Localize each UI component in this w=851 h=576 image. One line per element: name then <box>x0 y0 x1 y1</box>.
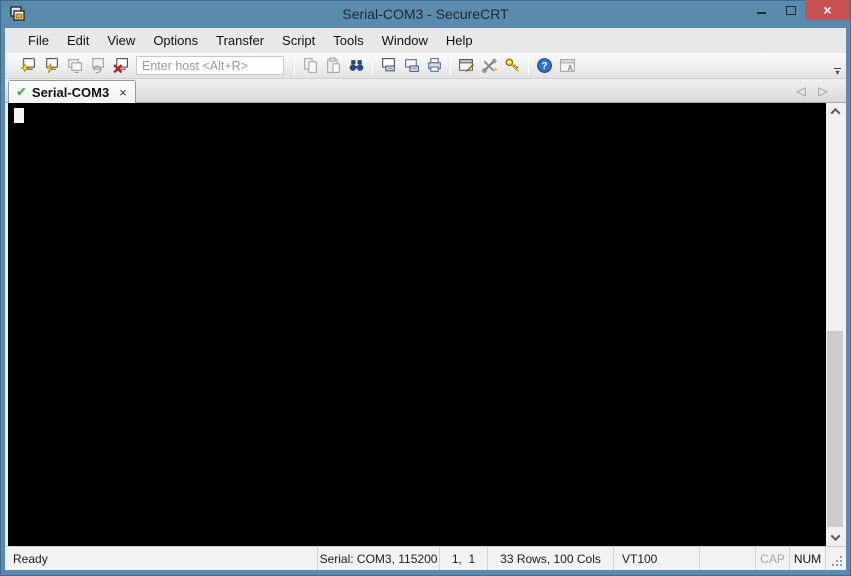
tab-serial-com3[interactable]: ✔ Serial-COM3 × <box>8 80 136 103</box>
close-button[interactable]: × <box>805 0 850 20</box>
status-num-lock: NUM <box>790 547 826 570</box>
disconnect-icon <box>113 58 128 74</box>
copy-button[interactable] <box>299 55 322 77</box>
session-options-icon <box>459 59 474 73</box>
auto-print-button[interactable] <box>400 55 423 77</box>
find-button[interactable] <box>345 55 368 77</box>
connect-button[interactable] <box>40 55 63 77</box>
window-controls: × <box>747 0 850 20</box>
font-window-button[interactable]: A <box>556 55 579 77</box>
menu-file[interactable]: File <box>19 29 58 52</box>
global-options-button[interactable] <box>478 55 501 77</box>
menu-edit[interactable]: Edit <box>58 29 98 52</box>
key-agent-button[interactable] <box>501 55 524 77</box>
status-ready: Ready <box>5 547 318 570</box>
svg-text:A: A <box>567 64 573 73</box>
print-screen-icon <box>382 58 395 72</box>
key-agent-icon <box>505 58 519 72</box>
connect-in-tab-icon <box>68 59 82 73</box>
toolbar-separator <box>372 56 373 75</box>
connected-check-icon: ✔ <box>16 84 27 99</box>
print-screen-button[interactable] <box>377 55 400 77</box>
vertical-scrollbar[interactable] <box>826 103 844 546</box>
window-title: Serial-COM3 - SecureCRT <box>342 6 509 22</box>
tab-label: Serial-COM3 <box>31 84 110 100</box>
resize-grip[interactable] <box>826 547 846 570</box>
toolbar-separator <box>294 56 295 75</box>
menu-options[interactable]: Options <box>144 29 207 52</box>
tab-nav: ◁ ▷ <box>792 82 832 100</box>
auto-print-icon <box>405 59 419 72</box>
tab-scroll-right-button[interactable]: ▷ <box>814 82 832 100</box>
global-options-icon <box>482 58 498 73</box>
toolbar-separator <box>450 56 451 75</box>
toolbar-overflow-button[interactable]: ▾ <box>831 68 844 77</box>
toolbar: ? A ▾ <box>5 53 846 79</box>
print-icon <box>428 58 441 72</box>
status-terminal-size: 33 Rows, 100 Cols <box>488 547 614 570</box>
status-empty-segment <box>700 547 756 570</box>
window-body: File Edit View Options Transfer Script T… <box>5 28 846 570</box>
resize-grip-icon <box>832 556 842 566</box>
statusbar: Ready Serial: COM3, 115200 1, 1 33 Rows,… <box>5 546 846 570</box>
chevron-down-icon: ▾ <box>835 68 840 77</box>
titlebar: Serial-COM3 - SecureCRT × <box>0 0 851 28</box>
paste-button[interactable] <box>322 55 345 77</box>
svg-text:?: ? <box>541 61 547 72</box>
terminal-cursor <box>14 108 24 123</box>
chevron-down-icon <box>830 531 840 542</box>
menu-script[interactable]: Script <box>273 29 324 52</box>
tab-close-button[interactable]: × <box>119 86 127 99</box>
quick-connect-icon <box>20 57 35 73</box>
session-options-button[interactable] <box>455 55 478 77</box>
find-icon <box>349 60 364 71</box>
disconnect-button[interactable] <box>109 55 132 77</box>
quick-connect-button[interactable] <box>17 55 40 77</box>
minimize-icon <box>757 12 766 14</box>
menu-tools[interactable]: Tools <box>324 29 372 52</box>
terminal-screen[interactable] <box>8 103 826 546</box>
minimize-button[interactable] <box>747 0 776 20</box>
menu-view[interactable]: View <box>98 29 144 52</box>
font-window-icon: A <box>560 59 575 73</box>
scroll-up-button[interactable] <box>826 103 844 120</box>
reconnect-icon <box>92 58 104 74</box>
menu-transfer[interactable]: Transfer <box>207 29 273 52</box>
toolbar-separator <box>528 56 529 75</box>
close-icon: × <box>823 2 832 18</box>
terminal-row <box>5 103 846 546</box>
reconnect-button[interactable] <box>86 55 109 77</box>
status-caps-lock: CAP <box>756 547 790 570</box>
host-input[interactable] <box>136 56 284 75</box>
status-connection: Serial: COM3, 115200 <box>318 547 440 570</box>
menubar: File Edit View Options Transfer Script T… <box>5 28 846 53</box>
menu-window[interactable]: Window <box>373 29 437 52</box>
securecrt-window: Serial-COM3 - SecureCRT × File Edit View… <box>0 0 851 576</box>
menu-help[interactable]: Help <box>437 29 482 52</box>
copy-icon <box>304 58 317 73</box>
scroll-down-button[interactable] <box>826 529 844 546</box>
status-cursor-position: 1, 1 <box>440 547 488 570</box>
connect-in-tab-button[interactable] <box>63 55 86 77</box>
scrollbar-thumb[interactable] <box>827 331 843 527</box>
tab-scroll-left-button[interactable]: ◁ <box>792 82 810 100</box>
paste-icon <box>327 57 340 73</box>
help-icon: ? <box>537 58 552 73</box>
print-button[interactable] <box>423 55 446 77</box>
chevron-up-icon <box>830 107 840 118</box>
maximize-icon <box>785 5 796 15</box>
maximize-button[interactable] <box>776 0 805 20</box>
tabbar: ✔ Serial-COM3 × ◁ ▷ <box>5 79 846 103</box>
help-button[interactable]: ? <box>533 55 556 77</box>
status-emulation: VT100 <box>614 547 700 570</box>
connect-icon <box>46 57 58 74</box>
